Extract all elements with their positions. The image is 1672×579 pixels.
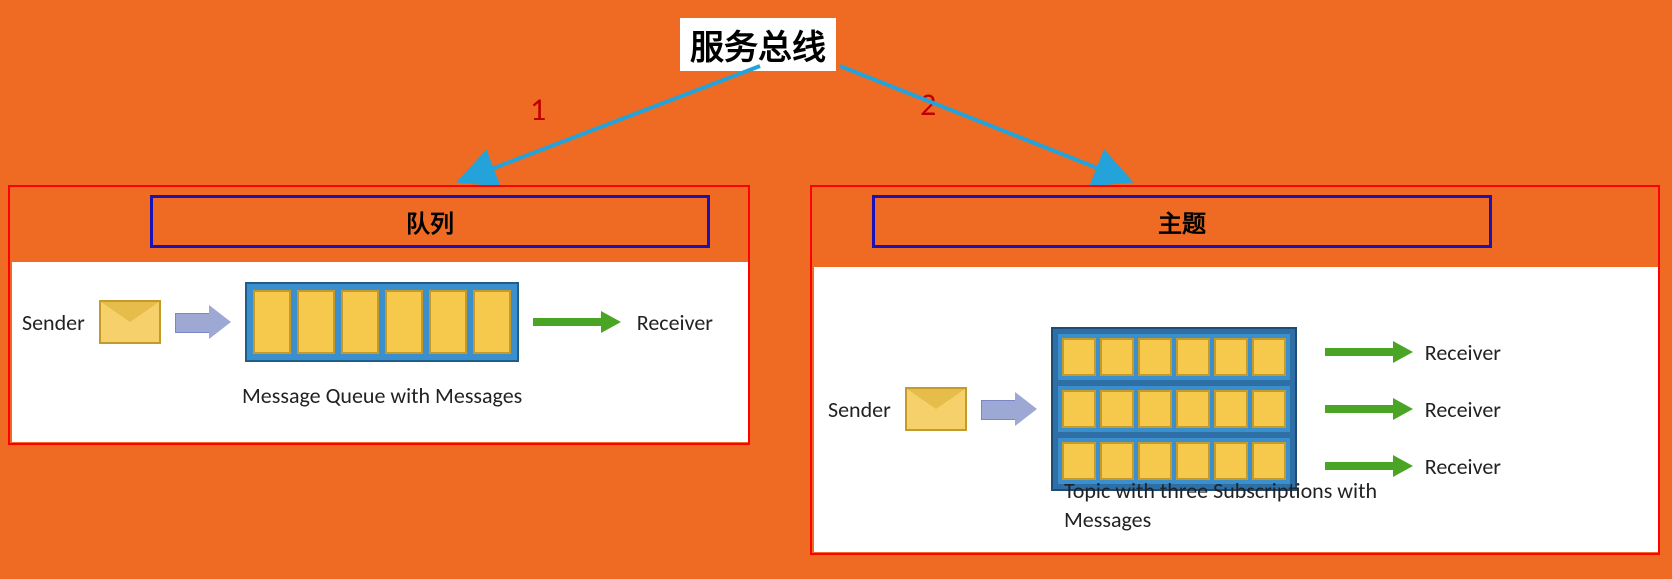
branch-label-2: 2 [920,85,936,124]
queue-caption: Message Queue with Messages [242,382,522,409]
queue-body: Sender Receiver Message Queue with Messa… [12,262,748,442]
heading-topic: 主题 [872,195,1492,248]
topic-block [1051,327,1297,491]
message-icon [1100,390,1134,428]
receiver-line: Receiver [1325,339,1501,366]
message-icon [1062,442,1096,480]
message-icon [1138,390,1172,428]
message-icon [385,290,423,354]
deliver-arrow-icon [1325,341,1415,363]
deliver-arrow-icon [1325,398,1415,420]
message-icon [429,290,467,354]
message-icon [297,290,335,354]
message-icon [1176,442,1210,480]
receiver-label: Receiver [637,309,713,336]
message-icon [1100,338,1134,376]
heading-queue: 队列 [150,195,710,248]
topic-caption: Topic with three Subscriptions with Mess… [1064,477,1424,534]
arrow-to-queue [440,56,780,196]
receiver-label: Receiver [1425,339,1501,366]
panel-queue: 队列 Sender Receiver Message Queue with Me… [8,185,750,445]
deliver-arrow-icon [1325,455,1415,477]
sender-label: Sender [22,309,85,336]
message-icon [1100,442,1134,480]
receiver-label: Receiver [1425,396,1501,423]
queue-row: Sender Receiver [22,282,713,362]
message-icon [1252,442,1286,480]
message-icon [1252,338,1286,376]
branch-label-1: 1 [530,90,546,129]
message-icon [1214,390,1248,428]
sender-label: Sender [828,396,891,423]
subscription-row [1057,385,1291,433]
panel-topic: 主题 Sender Receiver [810,185,1660,555]
message-icon [1214,442,1248,480]
topic-body: Sender Receiver [814,267,1658,552]
deliver-arrow-icon [533,311,623,333]
message-icon [1062,338,1096,376]
subscription-row [1057,333,1291,381]
message-icon [1062,390,1096,428]
message-icon [1214,338,1248,376]
message-icon [473,290,511,354]
message-icon [1138,338,1172,376]
receiver-label: Receiver [1425,453,1501,480]
arrow-to-topic [830,56,1170,196]
message-icon [1252,390,1286,428]
topic-row: Sender Receiver [828,327,1501,491]
message-icon [1176,390,1210,428]
receiver-line: Receiver [1325,453,1501,480]
envelope-icon [99,300,161,344]
message-icon [253,290,291,354]
diagram-title: 服务总线 [680,18,836,71]
message-icon [1176,338,1210,376]
message-icon [341,290,379,354]
message-icon [1138,442,1172,480]
queue-block [245,282,519,362]
receivers-column: Receiver Receiver Receiver [1325,339,1501,480]
send-arrow-icon [981,392,1037,426]
send-arrow-icon [175,305,231,339]
receiver-line: Receiver [1325,396,1501,423]
envelope-icon [905,387,967,431]
